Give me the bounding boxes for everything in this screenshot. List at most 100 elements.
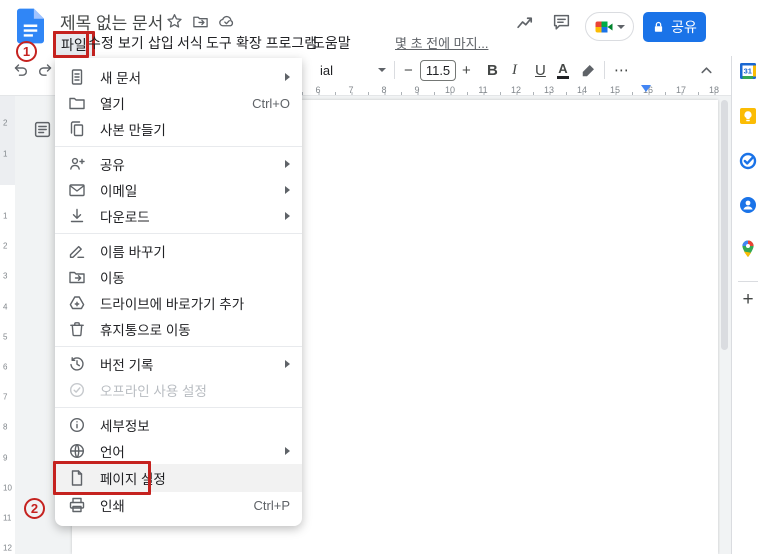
vertical-ruler: 2 1 1 2 3 4 5 6 7 8 9 10 11 12 <box>0 96 15 554</box>
ruler-number: 1 <box>3 211 8 221</box>
last-edit-link[interactable]: 몇 초 전에 마지... <box>395 33 488 52</box>
menu-view[interactable]: 보기 <box>118 33 144 53</box>
submenu-arrow-icon <box>285 447 290 455</box>
menu-item-share[interactable]: 공유 <box>55 151 302 177</box>
google-maps-icon[interactable] <box>738 239 758 259</box>
star-icon[interactable] <box>166 13 183 30</box>
email-icon <box>68 181 86 199</box>
ruler-number: 1 <box>3 149 8 159</box>
highlight-color-icon[interactable] <box>580 56 597 84</box>
bold-button[interactable]: B <box>487 56 498 84</box>
submenu-arrow-icon <box>285 360 290 368</box>
move-document-icon[interactable] <box>192 13 209 30</box>
rename-icon <box>68 242 86 260</box>
move-folder-icon <box>68 268 86 286</box>
menu-item-offline: 오프라인 사용 설정 <box>55 377 302 403</box>
google-calendar-icon[interactable]: 31 <box>738 61 758 81</box>
meet-dropdown-caret-icon <box>617 24 625 29</box>
increase-font-size-button[interactable]: + <box>462 56 471 84</box>
drive-shortcut-icon <box>68 294 86 312</box>
page-setup-icon <box>68 469 86 487</box>
menu-item-page-setup[interactable]: 페이지 설정 <box>55 464 302 492</box>
menu-tools[interactable]: 도구 <box>206 33 232 53</box>
menu-divider <box>55 346 302 347</box>
lock-icon <box>652 20 665 34</box>
google-tasks-icon[interactable] <box>738 151 758 171</box>
ruler-number: 2 <box>3 118 8 128</box>
ruler-number: 9 <box>414 85 420 95</box>
google-contacts-icon[interactable] <box>738 195 758 215</box>
menu-item-details[interactable]: 세부정보 <box>55 412 302 438</box>
menu-divider <box>55 233 302 234</box>
share-button[interactable]: 공유 <box>643 12 706 42</box>
redo-icon[interactable] <box>36 56 54 84</box>
ruler-number: 3 <box>3 271 8 281</box>
more-toolbar-options-button[interactable]: ⋯ <box>614 56 629 84</box>
menu-format[interactable]: 서식 <box>177 33 203 53</box>
menu-item-print[interactable]: 인쇄 Ctrl+P <box>55 492 302 518</box>
ruler-number: 10 <box>444 85 456 95</box>
menu-divider <box>55 407 302 408</box>
menu-insert[interactable]: 삽입 <box>148 33 174 53</box>
annotation-step-1: 1 <box>16 41 37 62</box>
trash-icon <box>68 320 86 338</box>
person-add-icon <box>68 155 86 173</box>
menu-item-download[interactable]: 다운로드 <box>55 203 302 229</box>
join-meet-button[interactable] <box>585 12 634 41</box>
menu-item-email[interactable]: 이메일 <box>55 177 302 203</box>
share-button-label: 공유 <box>671 19 697 35</box>
text-color-button[interactable]: A <box>557 56 569 84</box>
svg-text:31: 31 <box>744 67 752 76</box>
hide-menus-button[interactable] <box>698 56 715 84</box>
menu-item-open[interactable]: 열기 Ctrl+O <box>55 90 302 116</box>
menu-item-make-copy[interactable]: 사본 만들기 <box>55 116 302 142</box>
underline-button[interactable]: U <box>535 56 546 84</box>
side-panel: 31 + <box>731 56 763 554</box>
ruler-number: 10 <box>3 483 12 493</box>
menu-item-language[interactable]: 언어 <box>55 438 302 464</box>
submenu-arrow-icon <box>285 73 290 81</box>
ruler-number: 18 <box>708 85 720 95</box>
menu-extensions[interactable]: 확장 프로그램 <box>236 33 317 53</box>
google-keep-icon[interactable] <box>738 106 758 126</box>
menu-item-move[interactable]: 이동 <box>55 264 302 290</box>
document-status-cloud-icon[interactable] <box>218 13 236 30</box>
submenu-arrow-icon <box>285 212 290 220</box>
ruler-number: 14 <box>576 85 588 95</box>
google-docs-logo-icon[interactable] <box>17 8 44 44</box>
new-document-icon <box>68 68 86 86</box>
italic-button[interactable]: I <box>512 56 517 84</box>
menu-item-add-drive-shortcut[interactable]: 드라이브에 바로가기 추가 <box>55 290 302 316</box>
menu-edit[interactable]: 수정 <box>88 33 114 53</box>
menu-divider <box>55 146 302 147</box>
copy-icon <box>68 120 86 138</box>
menu-item-version-history[interactable]: 버전 기록 <box>55 351 302 377</box>
font-family-select[interactable]: ial <box>320 56 333 84</box>
show-outline-icon[interactable] <box>33 120 52 139</box>
ruler-number: 7 <box>348 85 354 95</box>
document-scrollbar[interactable] <box>720 100 729 554</box>
get-addons-button[interactable]: + <box>738 289 758 310</box>
comment-history-icon[interactable] <box>552 13 571 32</box>
ruler-number: 9 <box>3 453 8 463</box>
side-panel-divider <box>738 281 758 282</box>
document-activity-icon[interactable] <box>516 13 535 32</box>
annotation-step-2: 2 <box>24 498 45 519</box>
font-size-field[interactable]: 11.5 <box>420 56 456 84</box>
ruler-number: 11 <box>3 513 12 523</box>
file-menu-dropdown: 새 문서 열기Ctrl+O 사본 만들기 공유 이메일 다운로드 이름 바꾸기 <box>55 58 302 526</box>
ruler-number: 7 <box>3 392 8 402</box>
ruler-number: 4 <box>3 302 8 312</box>
menu-item-move-to-trash[interactable]: 휴지통으로 이동 <box>55 316 302 342</box>
menu-help[interactable]: 도움말 <box>312 33 351 53</box>
print-icon <box>68 496 86 514</box>
menu-item-new-document[interactable]: 새 문서 <box>55 64 302 90</box>
right-indent-marker[interactable] <box>641 85 651 92</box>
ruler-number: 6 <box>3 362 8 372</box>
scrollbar-thumb[interactable] <box>721 100 728 350</box>
font-family-caret-icon[interactable] <box>378 56 386 84</box>
offline-check-icon <box>68 381 86 399</box>
submenu-arrow-icon <box>285 186 290 194</box>
decrease-font-size-button[interactable]: − <box>404 56 413 84</box>
menu-item-rename[interactable]: 이름 바꾸기 <box>55 238 302 264</box>
